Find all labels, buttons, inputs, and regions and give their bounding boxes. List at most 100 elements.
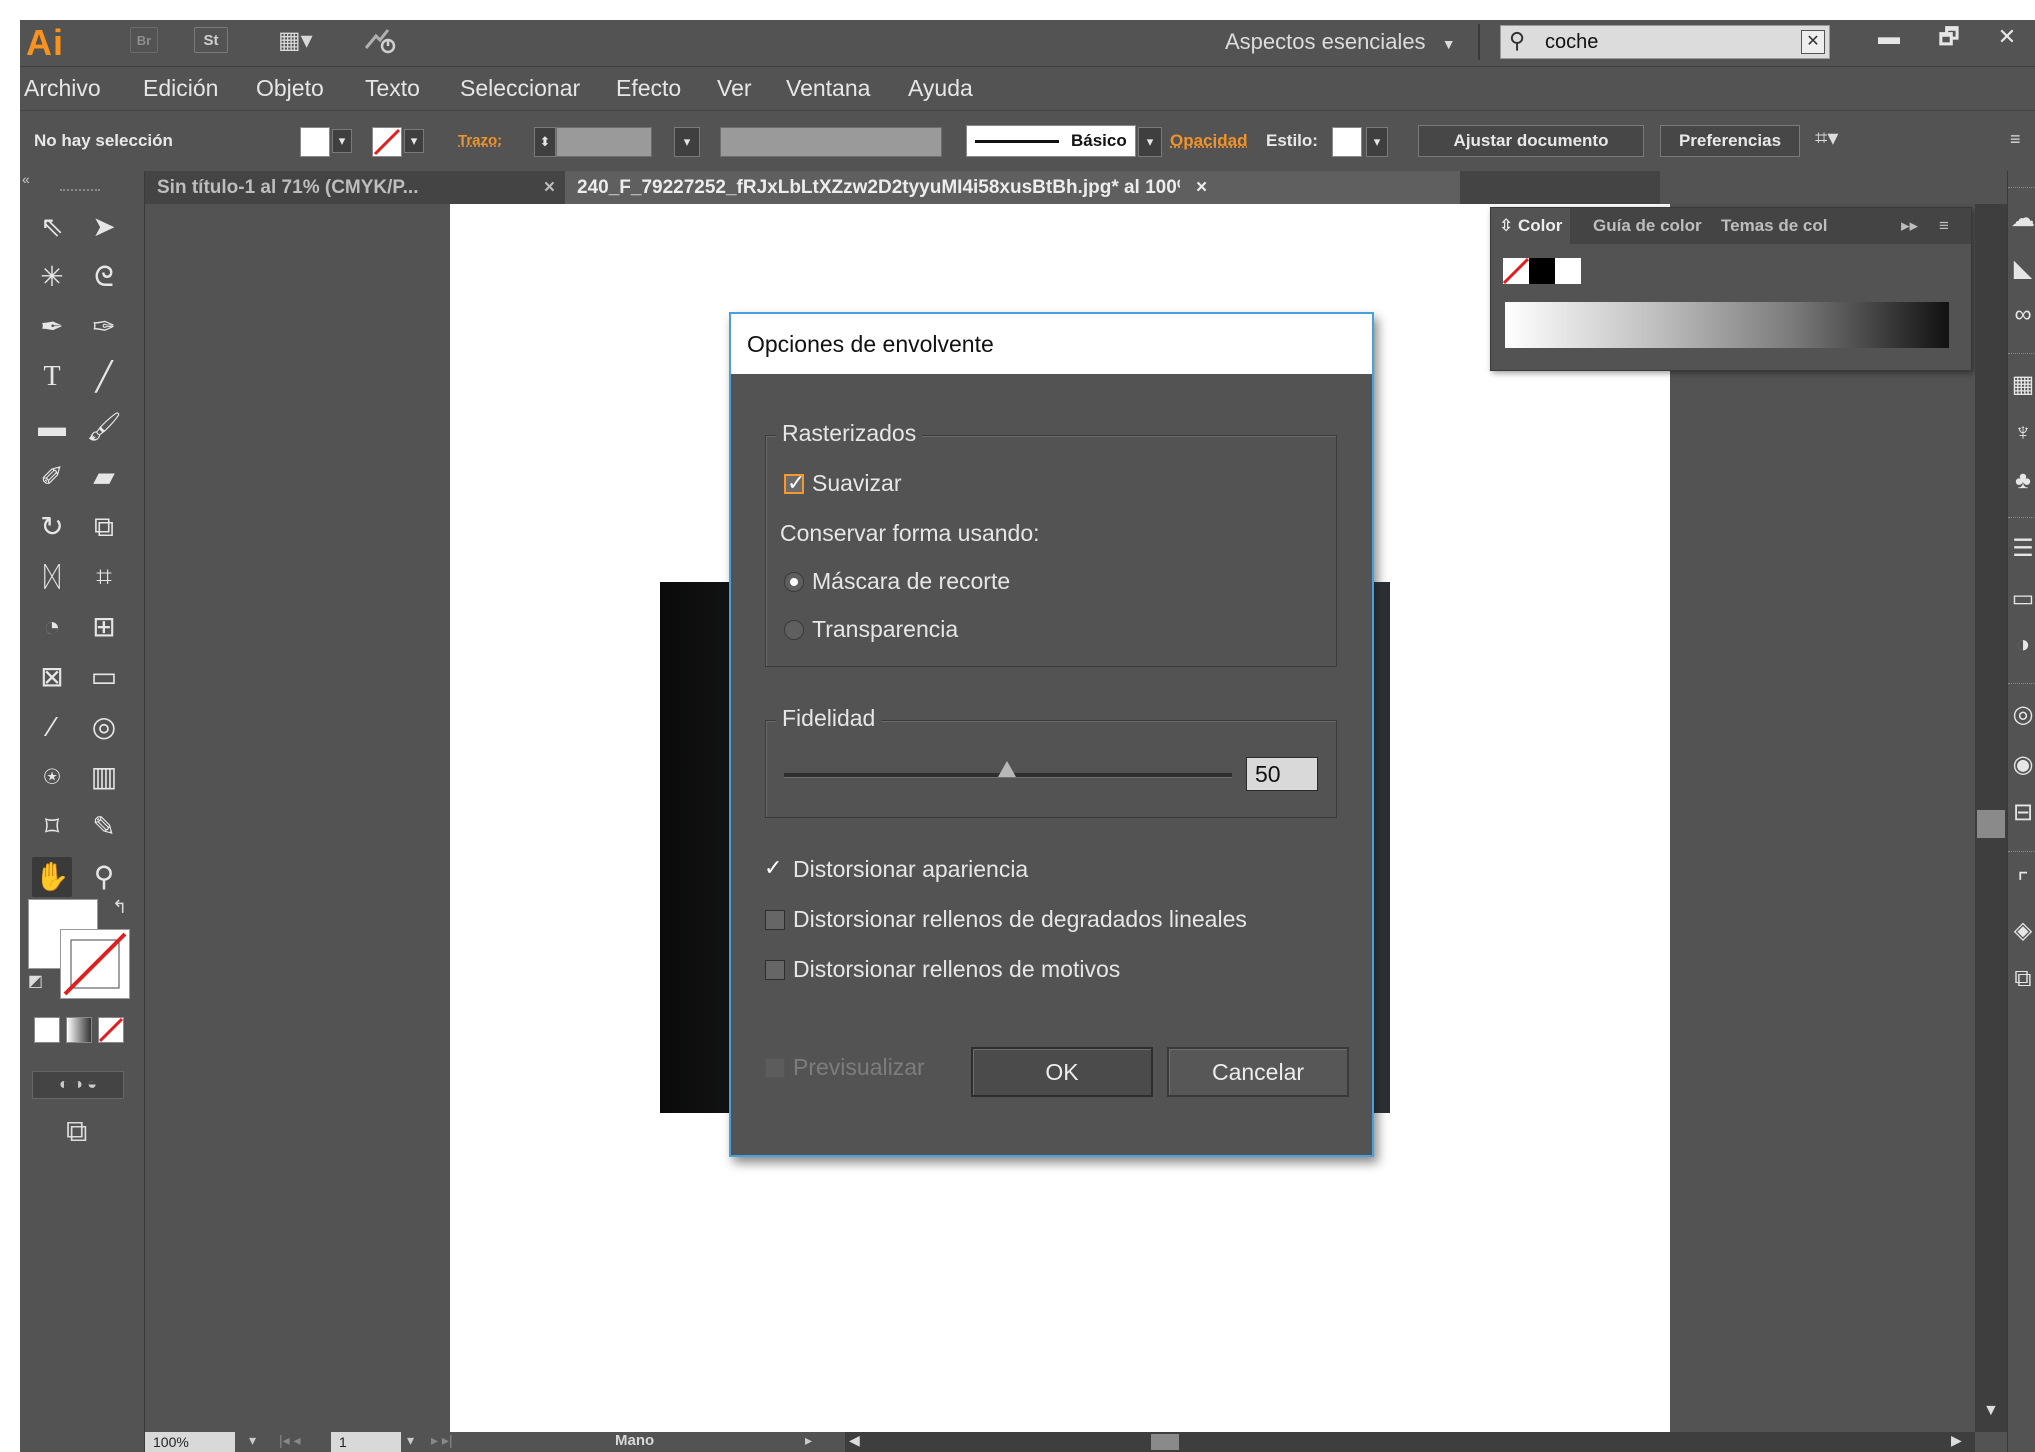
bridge-button[interactable]: Br <box>130 27 158 53</box>
workspace-switcher[interactable]: Aspectos esenciales ▼ <box>1225 24 1456 60</box>
tab-overflow[interactable] <box>1460 171 1660 204</box>
stroke-color-box[interactable] <box>60 929 130 999</box>
selection-tool-icon[interactable]: ⇖ <box>32 207 72 247</box>
last-artboard-icon[interactable]: ▸ ▸| <box>431 1432 453 1449</box>
clear-search-icon[interactable]: ✕ <box>1801 30 1825 54</box>
none-swatch[interactable] <box>1502 257 1530 285</box>
scroll-down-icon[interactable]: ▼ <box>1983 1402 1999 1420</box>
status-menu-icon[interactable]: ▸ <box>805 1432 812 1449</box>
shaper-tool-icon[interactable]: ✐ <box>32 457 72 497</box>
scrollbar-thumb[interactable] <box>1151 1434 1179 1450</box>
links-icon[interactable]: ∞ <box>2010 297 2035 333</box>
paintbrush-tool-icon[interactable]: 🖌 <box>84 407 124 447</box>
artboard-dropdown-icon[interactable]: ▾ <box>407 1432 414 1449</box>
sync-icon[interactable] <box>360 26 400 56</box>
stroke-dropdown-icon[interactable]: ▾ <box>404 129 424 153</box>
width-tool-icon[interactable]: ᛞ <box>32 557 72 597</box>
gradient-tool-icon[interactable]: ▭ <box>84 657 124 697</box>
line-tool-icon[interactable]: ╱ <box>84 357 124 397</box>
variable-width-profile[interactable] <box>720 127 942 157</box>
curvature-tool-icon[interactable]: ✑ <box>84 307 124 347</box>
cancel-button[interactable]: Cancelar <box>1167 1047 1349 1097</box>
screen-mode-icon[interactable]: ⧉ <box>66 1115 87 1149</box>
horizontal-scrollbar[interactable]: ◀ ▶ <box>845 1432 1975 1452</box>
collapse-panel-icon[interactable]: « <box>22 171 30 187</box>
stroke-weight-stepper[interactable]: ⬍ <box>534 127 556 157</box>
zoom-tool-icon[interactable]: ⚲ <box>84 857 124 897</box>
help-search-box[interactable]: ⚲ ✕ <box>1500 25 1830 59</box>
swatches-icon[interactable]: ▦ <box>2010 367 2035 403</box>
rectangle-tool-icon[interactable]: ▬ <box>32 407 72 447</box>
scroll-right-icon[interactable]: ▶ <box>1951 1432 1962 1449</box>
restore-button[interactable]: 🗗 <box>1920 20 1978 56</box>
menu-ver[interactable]: Ver <box>717 67 752 109</box>
scale-tool-icon[interactable]: ⧉ <box>84 507 124 547</box>
ok-button[interactable]: OK <box>971 1047 1153 1097</box>
artboards-icon[interactable]: ◣ <box>2010 251 2035 287</box>
brush-dropdown-icon[interactable]: ▾ <box>1138 127 1162 157</box>
tab-active-image-close[interactable]: × <box>1180 171 1460 204</box>
swap-fill-stroke-icon[interactable]: ↰ <box>112 897 127 918</box>
shape-builder-tool-icon[interactable]: ◔ <box>32 607 72 647</box>
minimize-button[interactable]: ▬ <box>1860 20 1918 56</box>
menu-edicion[interactable]: Edición <box>143 67 218 109</box>
appearance-icon[interactable]: ◎ <box>2010 697 2035 733</box>
opacity-label[interactable]: Opacidad <box>1170 111 1247 171</box>
arrange-documents-button[interactable]: ▦▾ <box>278 26 313 55</box>
eyedropper-tool-icon[interactable]: ⁄ <box>32 707 72 747</box>
transparency-icon[interactable]: ◑ <box>2010 627 2035 663</box>
brushes-icon[interactable]: ♆ <box>2010 415 2035 451</box>
tab-color[interactable]: ⇳ Color <box>1491 208 1571 244</box>
vertical-scrollbar[interactable]: ▼ <box>1975 204 2007 1432</box>
artboards-panel-icon[interactable]: ⧉ <box>2010 961 2035 997</box>
tab-color-guide[interactable]: Guía de color <box>1593 208 1719 244</box>
menu-objeto[interactable]: Objeto <box>256 67 324 109</box>
graphic-style-dropdown-icon[interactable]: ▾ <box>1366 127 1388 157</box>
preview-checkbox[interactable] <box>765 1058 785 1078</box>
panel-menu-icon[interactable]: ≡ <box>2010 129 2021 150</box>
stroke-label[interactable]: Trazo: <box>458 111 502 171</box>
symbols-icon[interactable]: ♣ <box>2010 463 2035 499</box>
eraser-tool-icon[interactable]: ▰ <box>84 457 124 497</box>
clipping-mask-radio[interactable] <box>784 572 804 592</box>
transform-icon[interactable]: ⌜ <box>2010 865 2035 901</box>
fill-swatch[interactable] <box>300 127 330 157</box>
direct-selection-tool-icon[interactable]: ➤ <box>84 207 124 247</box>
distort-appearance-checkbox[interactable]: ✓ <box>764 855 785 880</box>
tab-active-image[interactable]: 240_F_79227252_fRJxLbLtXZzw2D2tyyuMI4i58… <box>565 171 1180 204</box>
gradient-mode-icon[interactable] <box>66 1017 92 1043</box>
scrollbar-thumb[interactable] <box>1977 810 2005 838</box>
artboard-tool-icon[interactable]: ⌑ <box>32 807 72 847</box>
stroke-weight-dropdown-icon[interactable]: ▾ <box>674 127 700 157</box>
white-swatch[interactable] <box>1555 258 1581 284</box>
symbol-sprayer-tool-icon[interactable]: ⍟ <box>32 757 72 797</box>
fill-dropdown-icon[interactable]: ▾ <box>332 129 352 153</box>
preferences-button[interactable]: Preferencias <box>1660 125 1800 157</box>
panel-menu-icon[interactable]: ≡ <box>1939 208 1949 244</box>
type-tool-icon[interactable]: T <box>32 357 72 397</box>
align-options-icon[interactable]: ⌗▾ <box>1815 125 1838 151</box>
color-mode-icon[interactable] <box>34 1017 60 1043</box>
layers-icon[interactable]: ◈ <box>2010 913 2035 949</box>
first-artboard-icon[interactable]: |◂ ◂ <box>279 1432 301 1449</box>
artboard-number-field[interactable]: 1 <box>331 1432 401 1452</box>
fidelity-slider-thumb[interactable] <box>998 761 1016 777</box>
hand-tool-icon[interactable]: ✋ <box>32 857 72 897</box>
align-icon[interactable]: ⊟ <box>2010 795 2035 831</box>
slice-tool-icon[interactable]: ✎ <box>84 807 124 847</box>
blend-tool-icon[interactable]: ◎ <box>84 707 124 747</box>
stroke-panel-icon[interactable]: ☰ <box>2010 531 2035 567</box>
stroke-swatch[interactable] <box>372 127 402 157</box>
drawing-modes-icon[interactable]: ◐ ◑ ◒ <box>32 1071 124 1099</box>
close-button[interactable]: ✕ <box>1978 20 2035 56</box>
brush-definition[interactable]: Básico <box>966 125 1136 157</box>
graphic-styles-icon[interactable]: ◉ <box>2010 747 2035 783</box>
transparency-radio[interactable] <box>784 620 804 640</box>
none-mode-icon[interactable] <box>98 1017 124 1043</box>
fidelity-value-field[interactable]: 50 <box>1246 757 1318 791</box>
tab-color-themes[interactable]: Temas de col <box>1721 208 1841 244</box>
free-transform-tool-icon[interactable]: ⌗ <box>84 557 124 597</box>
lasso-tool-icon[interactable]: ᘓ <box>84 257 124 297</box>
default-colors-icon[interactable]: ◩ <box>28 971 48 991</box>
black-swatch[interactable] <box>1529 258 1555 284</box>
